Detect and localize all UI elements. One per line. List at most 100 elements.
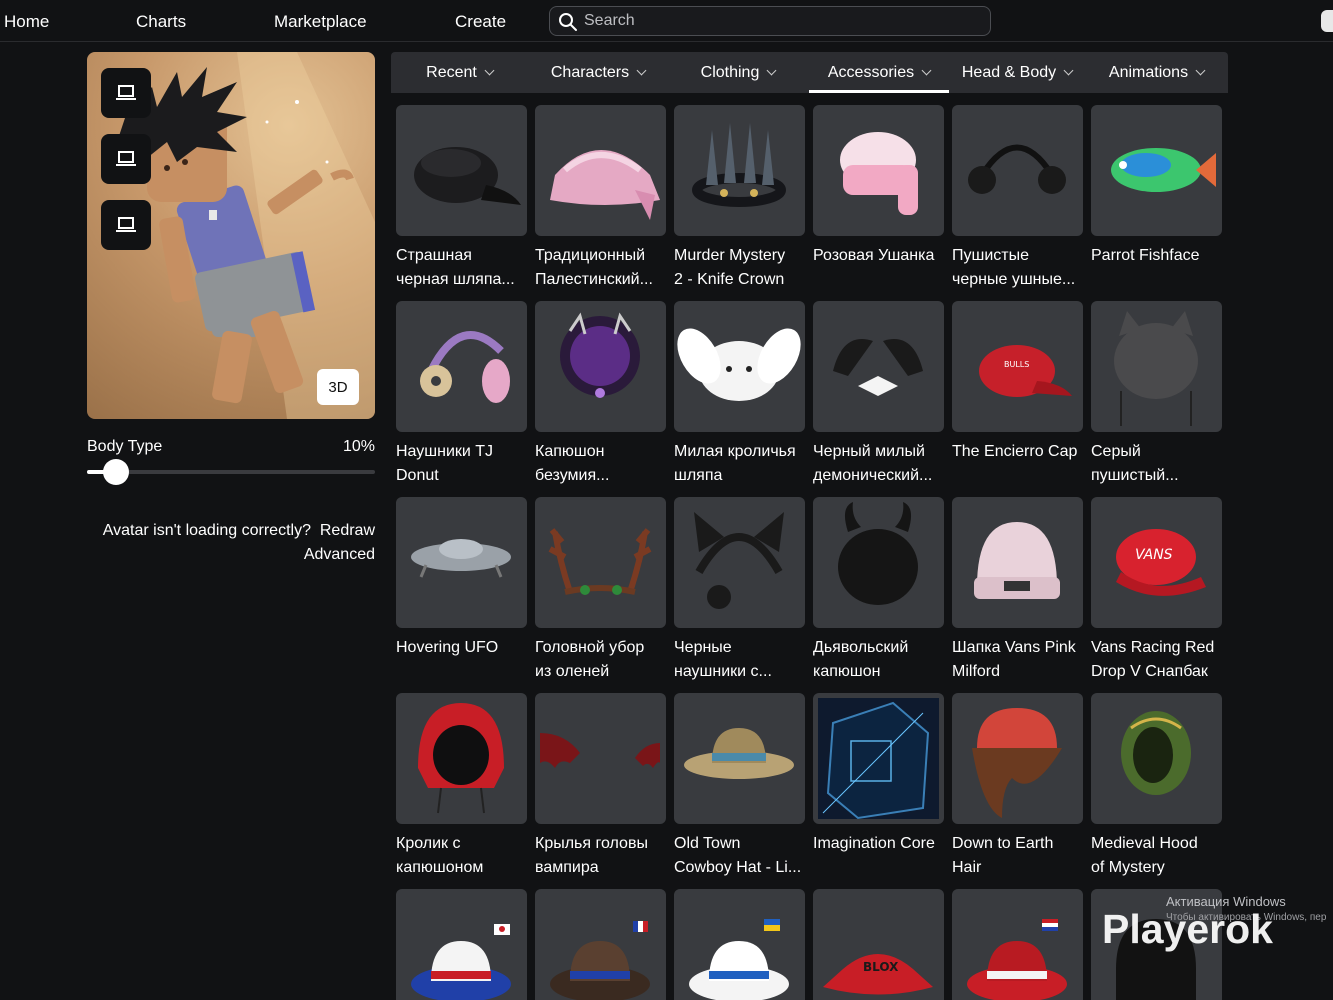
item-name: Murder Mystery 2 - Knife Crown xyxy=(674,244,805,292)
accessory-card[interactable]: Parrot Fishface xyxy=(1091,105,1222,268)
item-name-line-2: капюшоном xyxy=(396,859,484,876)
user-icon[interactable] xyxy=(1321,10,1333,32)
redraw-link[interactable]: Redraw xyxy=(320,522,375,539)
nav-marketplace[interactable]: Marketplace xyxy=(274,12,367,32)
tab-clothing[interactable]: Clothing xyxy=(668,52,808,93)
accessory-card[interactable]: Розовая Ушанка xyxy=(813,105,944,268)
accessory-card[interactable]: Капюшон безумия... xyxy=(535,301,666,488)
accessory-card[interactable]: Medieval Hood of Mystery xyxy=(1091,693,1222,880)
item-name-line-2: черная шляпа... xyxy=(396,271,515,288)
tab-animations[interactable]: Animations xyxy=(1085,52,1228,93)
accessory-card[interactable]: Hovering UFO xyxy=(396,497,527,660)
toggle-3d-button[interactable]: 3D xyxy=(317,369,359,405)
item-thumbnail xyxy=(535,889,666,1000)
body-type-slider[interactable] xyxy=(87,459,375,485)
svg-text:BLOX: BLOX xyxy=(863,960,899,974)
item-thumbnail xyxy=(396,301,527,432)
item-name-line-1: Серый xyxy=(1091,443,1141,460)
accessory-card[interactable] xyxy=(396,889,527,1000)
accessory-card[interactable]: Пушистые черные ушные... xyxy=(952,105,1083,292)
item-name-line-2: Палестинский... xyxy=(535,271,653,288)
item-name-line-1: Old Town xyxy=(674,835,741,852)
slider-thumb[interactable] xyxy=(102,459,129,485)
view-toggle-button-1[interactable] xyxy=(101,68,151,118)
item-name-line-1: Imagination Core xyxy=(813,835,935,852)
advanced-link[interactable]: Advanced xyxy=(304,546,375,563)
item-name: Капюшон безумия... xyxy=(535,440,666,488)
item-name: Пушистые черные ушные... xyxy=(952,244,1083,292)
item-name-line-2: вампира xyxy=(535,859,599,876)
item-name-line-1: Розовая Ушанка xyxy=(813,247,935,264)
accessory-card[interactable]: Милая кроличья шляпа xyxy=(674,301,805,488)
brand-watermark: Playerok xyxy=(1102,906,1273,952)
accessory-card[interactable]: Страшная черная шляпа... xyxy=(396,105,527,292)
accessory-card[interactable]: Головной убор из оленей xyxy=(535,497,666,684)
accessory-card[interactable]: Крылья головы вампира xyxy=(535,693,666,880)
item-name-line-2: of Mystery xyxy=(1091,859,1165,876)
accessory-card[interactable]: Down to Earth Hair xyxy=(952,693,1083,880)
tab-characters[interactable]: Characters xyxy=(528,52,668,93)
nav-create[interactable]: Create xyxy=(455,12,506,32)
item-thumbnail xyxy=(813,497,944,628)
item-name-line-1: Parrot Fishface xyxy=(1091,247,1200,264)
accessory-card[interactable]: Imagination Core xyxy=(813,693,944,856)
search-input[interactable] xyxy=(584,10,984,32)
chevron-down-icon xyxy=(766,65,777,76)
item-name: Parrot Fishface xyxy=(1091,244,1222,268)
tab-recent[interactable]: Recent xyxy=(391,52,528,93)
accessory-card[interactable] xyxy=(535,889,666,1000)
tab-head-body[interactable]: Head & Body xyxy=(949,52,1085,93)
item-name-line-1: Страшная xyxy=(396,247,472,264)
gray-cat-hat-icon xyxy=(1114,311,1198,426)
item-name-line-1: Murder Mystery xyxy=(674,247,786,264)
vampire-wings-icon xyxy=(540,733,660,768)
item-thumbnail xyxy=(396,693,527,824)
accessory-card[interactable]: Кролик с капюшоном xyxy=(396,693,527,880)
item-name-line-1: Дьявольский xyxy=(813,639,909,656)
accessory-card[interactable]: Черный милый демонический... xyxy=(813,301,944,488)
cowboy-hat-icon xyxy=(684,728,794,779)
tab-accessories[interactable]: Accessories xyxy=(809,52,949,93)
search-box[interactable] xyxy=(549,6,991,36)
tab-label: Characters xyxy=(550,63,630,81)
laptop-icon xyxy=(116,85,136,100)
item-name-line-2: капюшон xyxy=(813,663,881,680)
accessory-card[interactable]: BULLS The Encierro Cap xyxy=(952,301,1083,464)
item-name: Головной убор из оленей xyxy=(535,636,666,684)
accessory-card[interactable]: VANS Vans Racing Red Drop V Снапбак xyxy=(1091,497,1222,684)
item-name-line-1: Hovering UFO xyxy=(396,639,499,656)
item-name-line-1: Наушники TJ xyxy=(396,443,494,460)
chevron-down-icon xyxy=(1063,65,1074,76)
loading-question: Avatar isn't loading correctly? xyxy=(102,522,311,539)
accessory-card[interactable] xyxy=(952,889,1083,1000)
item-name: Традиционный Палестинский... xyxy=(535,244,666,292)
item-thumbnail xyxy=(396,105,527,236)
pink-keffiyeh-icon xyxy=(550,150,660,220)
bunny-hat-icon xyxy=(677,328,801,401)
nav-home[interactable]: Home xyxy=(4,12,49,32)
accessory-card[interactable]: Серый пушистый... xyxy=(1091,301,1222,488)
view-toggle-button-3[interactable] xyxy=(101,200,151,250)
accessory-card[interactable] xyxy=(674,889,805,1000)
accessory-card[interactable]: Шапка Vans Pink Milford xyxy=(952,497,1083,684)
nav-charts[interactable]: Charts xyxy=(136,12,186,32)
view-toggle-button-2[interactable] xyxy=(101,134,151,184)
avatar-preview[interactable]: 3D xyxy=(87,52,375,419)
fedora-korea-icon xyxy=(411,924,511,1000)
accessory-card[interactable]: Наушники TJ Donut xyxy=(396,301,527,488)
accessory-card[interactable]: Традиционный Палестинский... xyxy=(535,105,666,292)
pink-beanie-icon xyxy=(974,522,1060,599)
accessory-card[interactable]: BLOX xyxy=(813,889,944,1000)
fedora-france-icon xyxy=(550,921,650,1000)
item-name-line-2: из оленей xyxy=(535,663,610,680)
accessory-card[interactable]: Черные наушники с... xyxy=(674,497,805,684)
item-thumbnail: BULLS xyxy=(952,301,1083,432)
accessory-card[interactable]: Old Town Cowboy Hat - Li... xyxy=(674,693,805,880)
accessory-card[interactable]: Дьявольский капюшон xyxy=(813,497,944,684)
accessory-card[interactable]: Murder Mystery 2 - Knife Crown xyxy=(674,105,805,292)
item-thumbnail xyxy=(1091,301,1222,432)
item-name-line-2: черные ушные... xyxy=(952,271,1076,288)
cat-ear-headphones-icon xyxy=(694,512,784,609)
item-name-line-2: Hair xyxy=(952,859,982,876)
item-name: Old Town Cowboy Hat - Li... xyxy=(674,832,805,880)
